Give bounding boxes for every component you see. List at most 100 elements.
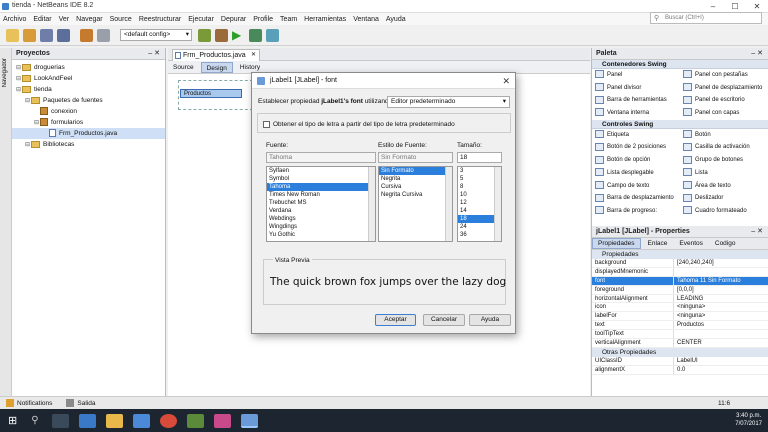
tree-item[interactable]: ⊟ Bibliotecas (12, 139, 165, 150)
app-icon[interactable] (213, 413, 231, 428)
palette-item[interactable]: Deslizador (680, 192, 768, 205)
list-item[interactable]: Wingdings (267, 223, 368, 231)
palette-item[interactable]: Área de texto (680, 180, 768, 193)
menu-item[interactable]: Navegar (76, 16, 102, 23)
scrollbar[interactable] (368, 167, 375, 241)
palette-item[interactable]: Barra de progreso: (592, 205, 680, 218)
property-value[interactable]: [0,0,0] (674, 286, 768, 294)
palette-item[interactable]: Cuadro formateado (680, 205, 768, 218)
property-row[interactable]: alignmentX 0.0 (592, 365, 768, 375)
property-row[interactable]: background [240,240,240] (592, 259, 768, 268)
new-project-icon[interactable] (6, 28, 19, 42)
default-font-checkbox[interactable]: Obtener el tipo de letra a partir del ti… (263, 121, 455, 128)
list-item[interactable]: 8 (458, 183, 494, 191)
palette-item[interactable]: Panel de desplazamiento (680, 82, 768, 95)
property-value[interactable]: 0.0 (674, 366, 768, 374)
redo-icon[interactable] (97, 28, 110, 42)
property-row[interactable]: toolTipText (592, 330, 768, 340)
tree-item[interactable]: ⊟ droguerias (12, 62, 165, 73)
menu-item[interactable]: Ayuda (386, 16, 406, 23)
list-item[interactable]: Negrita Cursiva (379, 191, 445, 199)
windows-start-icon[interactable]: ⊞ (8, 414, 17, 427)
property-row[interactable]: text Productos (592, 321, 768, 331)
edge-icon[interactable] (78, 413, 96, 428)
palette-item[interactable]: Panel (592, 69, 680, 82)
tree-item[interactable]: conexion (12, 106, 165, 117)
navigator-strip[interactable]: Navegador (0, 48, 12, 396)
debug-icon[interactable] (249, 28, 262, 42)
help-button[interactable]: Ayuda (469, 314, 511, 326)
palette-item[interactable]: Barra de desplazamiento (592, 192, 680, 205)
palette-category[interactable]: Controles Swing (592, 119, 768, 129)
palette-item[interactable]: Lista desplegable (592, 167, 680, 180)
run-icon[interactable]: ▶ (232, 28, 245, 42)
properties-tab[interactable]: Codigo (710, 239, 741, 248)
store-icon[interactable] (132, 413, 150, 428)
size-list[interactable]: 3 5 8 10 12 14 18 24 36 (457, 166, 502, 242)
new-file-icon[interactable] (23, 28, 36, 42)
property-value[interactable]: LabelUI (674, 357, 768, 365)
palette-item[interactable]: Panel con capas (680, 107, 768, 120)
palette-item[interactable]: Campo de texto (592, 180, 680, 193)
property-row[interactable]: verticalAlignment CENTER (592, 339, 768, 348)
font-list[interactable]: Sylfaen Symbol Tahoma Times New Roman Trebuc… (266, 166, 376, 242)
menu-item[interactable]: Ventana (353, 16, 379, 23)
properties-tab[interactable]: Propiedades (592, 238, 641, 249)
style-list[interactable]: Sin Formato Negrita Cursiva Negrita Cursiva (378, 166, 453, 242)
editor-tab[interactable]: Frm_Productos.java ✕ (172, 49, 260, 61)
list-item[interactable]: 10 (458, 191, 494, 199)
list-item[interactable]: 14 (458, 207, 494, 215)
properties-tab[interactable]: Eventos (674, 239, 708, 248)
palette-item[interactable]: Botón de opción (592, 154, 680, 167)
palette-item[interactable]: Botón (680, 129, 768, 142)
property-value[interactable]: [240,240,240] (674, 259, 768, 267)
output-button[interactable]: Salida (77, 400, 95, 407)
list-item[interactable]: 36 (458, 231, 494, 239)
list-item[interactable]: Webdings (267, 215, 368, 223)
property-value[interactable]: Productos (674, 321, 768, 329)
scrollbar[interactable] (494, 167, 501, 241)
properties-tab[interactable]: Enlace (643, 239, 673, 248)
checkbox-icon[interactable] (263, 121, 270, 128)
tree-item[interactable]: ⊟ Paquetes de fuentes (12, 95, 165, 106)
list-item[interactable]: Times New Roman (267, 191, 368, 199)
editor-select[interactable]: Editor predeterminado ▾ (387, 96, 510, 108)
tree-item[interactable]: ⊟ LookAndFeel (12, 73, 165, 84)
chrome-icon[interactable] (159, 413, 177, 428)
font-field[interactable]: Tahoma (266, 152, 376, 163)
menu-item[interactable]: Ejecutar (188, 16, 214, 23)
palette-item[interactable]: Panel con pestañas (680, 69, 768, 82)
task-view-icon[interactable] (51, 413, 69, 428)
property-row[interactable]: displayedMnemonic (592, 267, 768, 277)
list-item[interactable]: Yu Gothic (267, 231, 368, 239)
property-value[interactable] (674, 268, 768, 276)
jlabel-component[interactable]: Productos (180, 89, 242, 98)
tab-design[interactable]: Design (200, 61, 233, 73)
palette-item[interactable]: Panel de escritorio (680, 94, 768, 107)
list-item[interactable]: 24 (458, 223, 494, 231)
property-value[interactable]: LEADING (674, 295, 768, 303)
property-value[interactable]: <ninguna> (674, 303, 768, 311)
menu-item[interactable]: Profile (253, 16, 273, 23)
cancel-button[interactable]: Cancelar (423, 314, 465, 326)
profile-icon[interactable] (266, 28, 279, 42)
list-item[interactable]: Sin Formato (379, 167, 445, 175)
list-item[interactable]: 18 (458, 215, 494, 223)
property-row[interactable]: foreground [0,0,0] (592, 285, 768, 295)
menu-item[interactable]: Herramientas (304, 16, 346, 23)
property-row[interactable]: icon <ninguna> (592, 303, 768, 313)
netbeans-taskbar-icon[interactable] (240, 413, 258, 428)
clean-build-icon[interactable] (215, 28, 228, 42)
list-item[interactable]: Sylfaen (267, 167, 368, 175)
search-input[interactable]: ⚲ Buscar (Ctrl+I) (650, 12, 762, 24)
build-icon[interactable] (198, 28, 211, 42)
menu-item[interactable]: Ver (59, 16, 70, 23)
ok-button[interactable]: Aceptar (375, 314, 416, 326)
scrollbar[interactable] (445, 167, 452, 241)
panel-close-icon[interactable]: – ✕ (148, 48, 160, 59)
save-all-icon[interactable] (57, 28, 70, 42)
tree-item[interactable]: ⊟ tienda (12, 84, 165, 95)
menu-item[interactable]: Archivo (3, 16, 26, 23)
palette-item[interactable]: Botón de 2 posiciones (592, 141, 680, 154)
property-value[interactable]: <ninguna> (674, 312, 768, 320)
